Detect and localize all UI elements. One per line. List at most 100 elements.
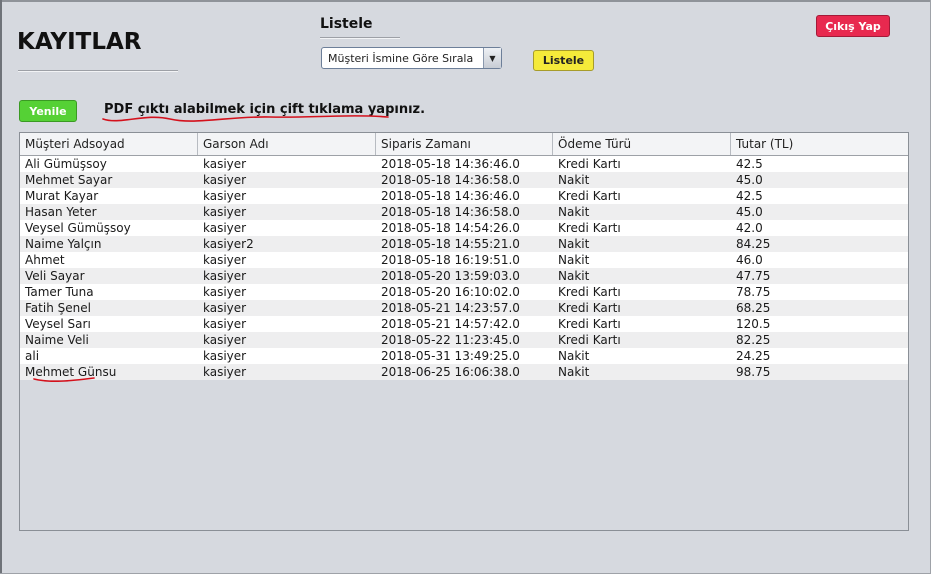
table-row[interactable]: Mehmet Sayar kasiyer 2018-05-18 14:36:58… <box>20 172 908 188</box>
cell-waiter: kasiyer <box>203 317 247 331</box>
table-row[interactable]: Hasan Yeter kasiyer 2018-05-18 14:36:58.… <box>20 204 908 220</box>
cell-amount: 120.5 <box>736 317 771 331</box>
cell-customer: Fatih Şenel <box>25 301 91 315</box>
table-row[interactable]: Naime Veli kasiyer 2018-05-22 11:23:45.0… <box>20 332 908 348</box>
cell-order-time: 2018-05-18 14:36:58.0 <box>381 173 520 187</box>
table-row[interactable]: Murat Kayar kasiyer 2018-05-18 14:36:46.… <box>20 188 908 204</box>
cell-order-time: 2018-05-22 11:23:45.0 <box>381 333 520 347</box>
cell-amount: 42.5 <box>736 189 763 203</box>
cell-waiter: kasiyer <box>203 349 247 363</box>
column-header-order-time[interactable]: Siparis Zamanı <box>376 133 553 155</box>
cell-amount: 45.0 <box>736 173 763 187</box>
sort-select-value: Müşteri İsmine Göre Sırala <box>328 52 474 65</box>
cell-customer: Hasan Yeter <box>25 205 97 219</box>
cell-order-time: 2018-05-18 14:55:21.0 <box>381 237 520 251</box>
cell-waiter: kasiyer <box>203 253 247 267</box>
table-body: Ali Gümüşsoy kasiyer 2018-05-18 14:36:46… <box>20 156 908 380</box>
cell-waiter: kasiyer <box>203 221 247 235</box>
cell-waiter: kasiyer <box>203 189 247 203</box>
cell-customer: Veli Sayar <box>25 269 85 283</box>
cell-amount: 45.0 <box>736 205 763 219</box>
page-title: KAYITLAR <box>17 29 142 55</box>
cell-waiter: kasiyer <box>203 333 247 347</box>
column-header-amount[interactable]: Tutar (TL) <box>731 133 908 155</box>
cell-payment-type: Kredi Kartı <box>558 317 621 331</box>
cell-amount: 47.75 <box>736 269 771 283</box>
cell-order-time: 2018-05-20 16:10:02.0 <box>381 285 520 299</box>
table-row[interactable]: Mehmet Günsu kasiyer 2018-06-25 16:06:38… <box>20 364 908 380</box>
table-row[interactable]: Veysel Sarı kasiyer 2018-05-21 14:57:42.… <box>20 316 908 332</box>
column-header-payment-type[interactable]: Ödeme Türü <box>553 133 731 155</box>
cell-waiter: kasiyer <box>203 173 247 187</box>
cell-amount: 24.25 <box>736 349 771 363</box>
cell-customer: Naime Yalçın <box>25 237 102 251</box>
table-row[interactable]: Tamer Tuna kasiyer 2018-05-20 16:10:02.0… <box>20 284 908 300</box>
cell-payment-type: Nakit <box>558 365 590 379</box>
cell-order-time: 2018-05-21 14:57:42.0 <box>381 317 520 331</box>
cell-payment-type: Kredi Kartı <box>558 189 621 203</box>
cell-payment-type: Kredi Kartı <box>558 157 621 171</box>
cell-customer: Mehmet Sayar <box>25 173 113 187</box>
cell-payment-type: Nakit <box>558 173 590 187</box>
cell-order-time: 2018-05-20 13:59:03.0 <box>381 269 520 283</box>
column-header-waiter[interactable]: Garson Adı <box>198 133 376 155</box>
title-separator <box>18 70 178 72</box>
table-header: Müşteri Adsoyad Garson Adı Siparis Zaman… <box>20 133 908 156</box>
cell-customer: Murat Kayar <box>25 189 99 203</box>
cell-order-time: 2018-05-31 13:49:25.0 <box>381 349 520 363</box>
records-table[interactable]: Müşteri Adsoyad Garson Adı Siparis Zaman… <box>19 132 909 531</box>
cell-amount: 46.0 <box>736 253 763 267</box>
window-frame-top <box>0 0 931 2</box>
cell-order-time: 2018-05-18 16:19:51.0 <box>381 253 520 267</box>
window-frame-left <box>0 0 2 574</box>
cell-waiter: kasiyer <box>203 301 247 315</box>
cell-order-time: 2018-05-18 14:54:26.0 <box>381 221 520 235</box>
cell-payment-type: Kredi Kartı <box>558 301 621 315</box>
cell-customer: Ahmet <box>25 253 65 267</box>
list-section-label: Listele <box>320 16 373 32</box>
cell-payment-type: Nakit <box>558 253 590 267</box>
cell-payment-type: Nakit <box>558 269 590 283</box>
cell-amount: 78.75 <box>736 285 771 299</box>
table-row[interactable]: Ali Gümüşsoy kasiyer 2018-05-18 14:36:46… <box>20 156 908 172</box>
cell-payment-type: Kredi Kartı <box>558 333 621 347</box>
cell-order-time: 2018-05-18 14:36:58.0 <box>381 205 520 219</box>
table-row[interactable]: Ahmet kasiyer 2018-05-18 16:19:51.0 Naki… <box>20 252 908 268</box>
sort-select[interactable]: Müşteri İsmine Göre Sırala ▼ <box>321 47 502 69</box>
cell-customer: Veysel Gümüşsoy <box>25 221 131 235</box>
cell-waiter: kasiyer <box>203 365 247 379</box>
cell-payment-type: Nakit <box>558 237 590 251</box>
cell-payment-type: Nakit <box>558 205 590 219</box>
cell-waiter: kasiyer <box>203 285 247 299</box>
exit-button[interactable]: Çıkış Yap <box>816 15 890 37</box>
cell-payment-type: Kredi Kartı <box>558 221 621 235</box>
cell-amount: 42.5 <box>736 157 763 171</box>
list-section-separator <box>320 37 400 39</box>
table-row[interactable]: ali kasiyer 2018-05-31 13:49:25.0 Nakit … <box>20 348 908 364</box>
cell-customer: Ali Gümüşsoy <box>25 157 107 171</box>
table-row[interactable]: Veli Sayar kasiyer 2018-05-20 13:59:03.0… <box>20 268 908 284</box>
cell-customer: Mehmet Günsu <box>25 365 117 379</box>
cell-amount: 68.25 <box>736 301 771 315</box>
column-header-customer[interactable]: Müşteri Adsoyad <box>20 133 198 155</box>
cell-customer: Naime Veli <box>25 333 89 347</box>
cell-payment-type: Nakit <box>558 349 590 363</box>
chevron-down-icon[interactable]: ▼ <box>483 48 501 68</box>
cell-order-time: 2018-06-25 16:06:38.0 <box>381 365 520 379</box>
cell-customer: Veysel Sarı <box>25 317 91 331</box>
cell-amount: 82.25 <box>736 333 771 347</box>
table-row[interactable]: Fatih Şenel kasiyer 2018-05-21 14:23:57.… <box>20 300 908 316</box>
list-button[interactable]: Listele <box>533 50 594 71</box>
cell-amount: 42.0 <box>736 221 763 235</box>
table-row[interactable]: Naime Yalçın kasiyer2 2018-05-18 14:55:2… <box>20 236 908 252</box>
cell-amount: 84.25 <box>736 237 771 251</box>
cell-order-time: 2018-05-21 14:23:57.0 <box>381 301 520 315</box>
cell-customer: Tamer Tuna <box>25 285 94 299</box>
cell-payment-type: Kredi Kartı <box>558 285 621 299</box>
refresh-button[interactable]: Yenile <box>19 100 77 122</box>
cell-customer: ali <box>25 349 40 363</box>
cell-waiter: kasiyer2 <box>203 237 254 251</box>
cell-order-time: 2018-05-18 14:36:46.0 <box>381 157 520 171</box>
cell-waiter: kasiyer <box>203 269 247 283</box>
table-row[interactable]: Veysel Gümüşsoy kasiyer 2018-05-18 14:54… <box>20 220 908 236</box>
